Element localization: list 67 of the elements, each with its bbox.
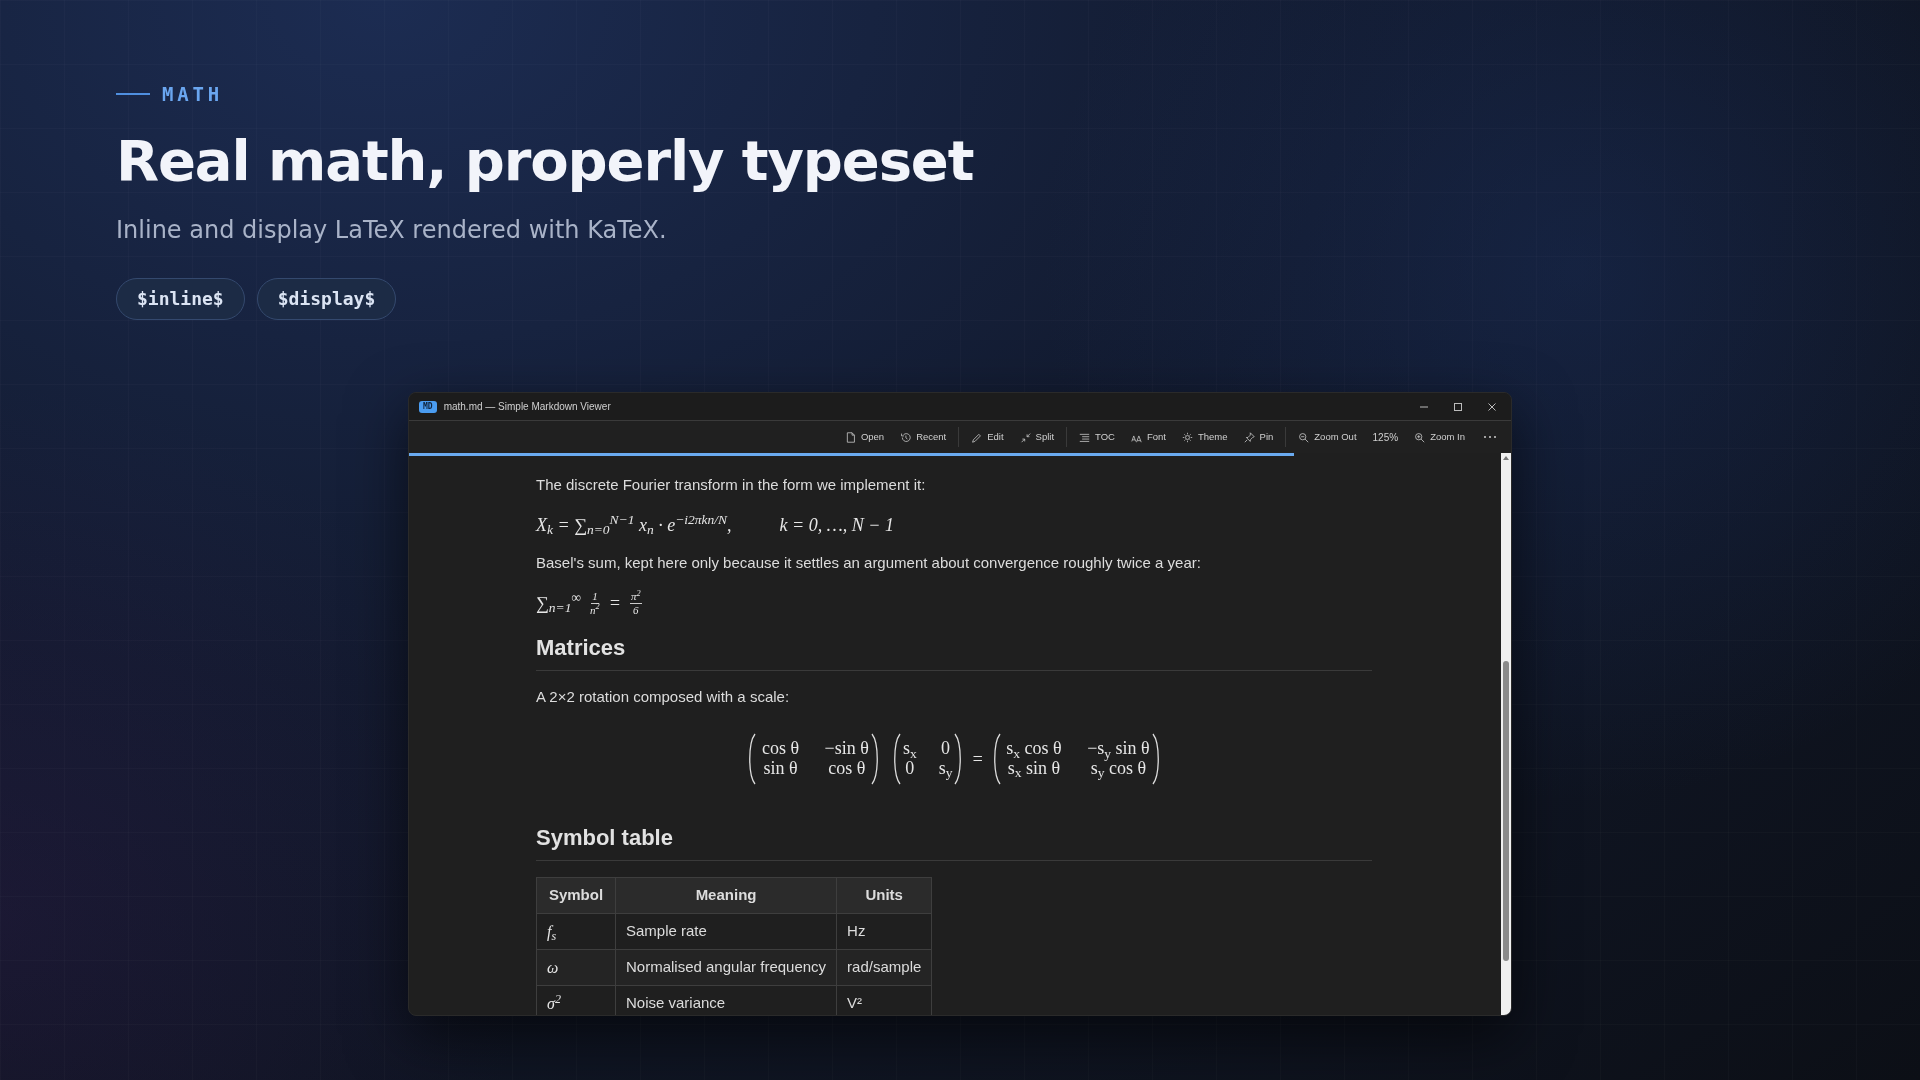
- parenthesis-icon: [870, 733, 881, 785]
- code-chip: $display$: [256, 277, 397, 320]
- math-expression: k = 0, …, N − 1: [779, 513, 894, 537]
- matrix-entry: sin θ: [762, 759, 799, 779]
- toolbar-button[interactable]: Recent: [892, 425, 955, 449]
- toolbar-button[interactable]: Theme: [1174, 425, 1236, 449]
- sun-icon: [1182, 431, 1193, 443]
- zoom-in-icon: [1414, 431, 1426, 443]
- maximize-icon[interactable]: [1453, 401, 1463, 412]
- math-fraction: 1 n$^{2}$: [590, 589, 600, 617]
- matrix-entry: s$_{x}$: [902, 739, 917, 759]
- table-cell: σ$^{2}$: [536, 985, 616, 1015]
- math-expression: =: [971, 747, 984, 771]
- math-fraction: π$^{2}$ 6: [629, 589, 642, 617]
- matrix-entry: s$_{y}$: [938, 759, 953, 779]
- matrix-entry: s$_{x}$ cos θ: [1005, 739, 1063, 759]
- section-heading: Symbol table: [536, 821, 1372, 861]
- toolbar-button[interactable]: Pin: [1235, 425, 1282, 449]
- scrollbar[interactable]: [1501, 453, 1511, 1015]
- file-icon: [844, 431, 856, 443]
- page-subtitle: Inline and display LaTeX rendered with KaTeX.: [116, 214, 668, 246]
- close-icon[interactable]: [1487, 401, 1497, 412]
- paragraph: The discrete Fourier transform in the form we implement it:: [536, 475, 927, 495]
- section-label: MATH: [162, 82, 223, 107]
- table-cell: Normalised angular frequency: [615, 949, 837, 986]
- toolbar-button[interactable]: Open: [836, 425, 893, 449]
- table-cell: ω: [536, 949, 616, 986]
- pin-icon: [1243, 431, 1255, 443]
- zoom-out-icon: [1298, 431, 1310, 443]
- toolbar-button[interactable]: TOC: [1071, 425, 1123, 449]
- matrix-entry: 0: [940, 739, 952, 759]
- toolbar-button[interactable]: Font: [1123, 425, 1174, 449]
- toolbar-button[interactable]: Edit: [963, 425, 1012, 449]
- matrix-entry: s$_{x}$ sin θ: [1006, 759, 1062, 779]
- parenthesis-icon: [746, 733, 757, 785]
- toolbar-button[interactable]: Zoom In: [1406, 425, 1473, 449]
- scroll-up-icon[interactable]: [1502, 455, 1510, 461]
- column-header: Meaning: [615, 877, 837, 914]
- pencil-icon: [971, 431, 983, 443]
- column-header: Units: [836, 877, 932, 914]
- matrix-entry: −sin θ: [824, 739, 869, 759]
- toolbar-button[interactable]: Split: [1011, 425, 1063, 449]
- matrix-entry: −s$_{y}$ sin θ: [1087, 739, 1150, 759]
- math-expression: =: [608, 591, 621, 615]
- toolbar-button[interactable]: Zoom Out: [1290, 425, 1365, 449]
- matrix-entry: 0: [904, 759, 916, 779]
- matrix-entry: cos θ: [827, 759, 867, 779]
- more-icon: [1483, 435, 1497, 439]
- paragraph: Basel's sum, kept here only because it settles an argument about convergence roughly twice a year:: [536, 553, 1202, 573]
- table-cell: f$_{s}$: [536, 913, 616, 950]
- table-cell: Sample rate: [615, 913, 837, 950]
- code-chip: $inline$: [116, 277, 245, 320]
- parenthesis-icon: [1151, 733, 1162, 785]
- history-icon: [900, 431, 912, 443]
- app-badge: MD: [419, 400, 437, 413]
- matrix-entry: cos θ: [760, 739, 801, 759]
- column-header: Symbol: [536, 877, 616, 914]
- table-cell: Hz: [836, 913, 932, 950]
- section-heading: Matrices: [536, 631, 1372, 671]
- math-expression: X$_{k}$ = ∑$_{n=0}$$^{N−1}$ x$_{n}$ · e$^{−i2πkn/N}$,: [536, 511, 732, 539]
- paragraph: A 2×2 rotation composed with a scale:: [536, 687, 791, 707]
- table-cell: rad/sample: [836, 949, 932, 986]
- split-icon: [1019, 431, 1031, 443]
- zoom-level: 125%: [1371, 430, 1400, 445]
- page-title: Real math, properly typeset: [116, 126, 975, 194]
- list-icon: [1079, 431, 1091, 443]
- window-title: math.md — Simple Markdown Viewer: [443, 400, 611, 414]
